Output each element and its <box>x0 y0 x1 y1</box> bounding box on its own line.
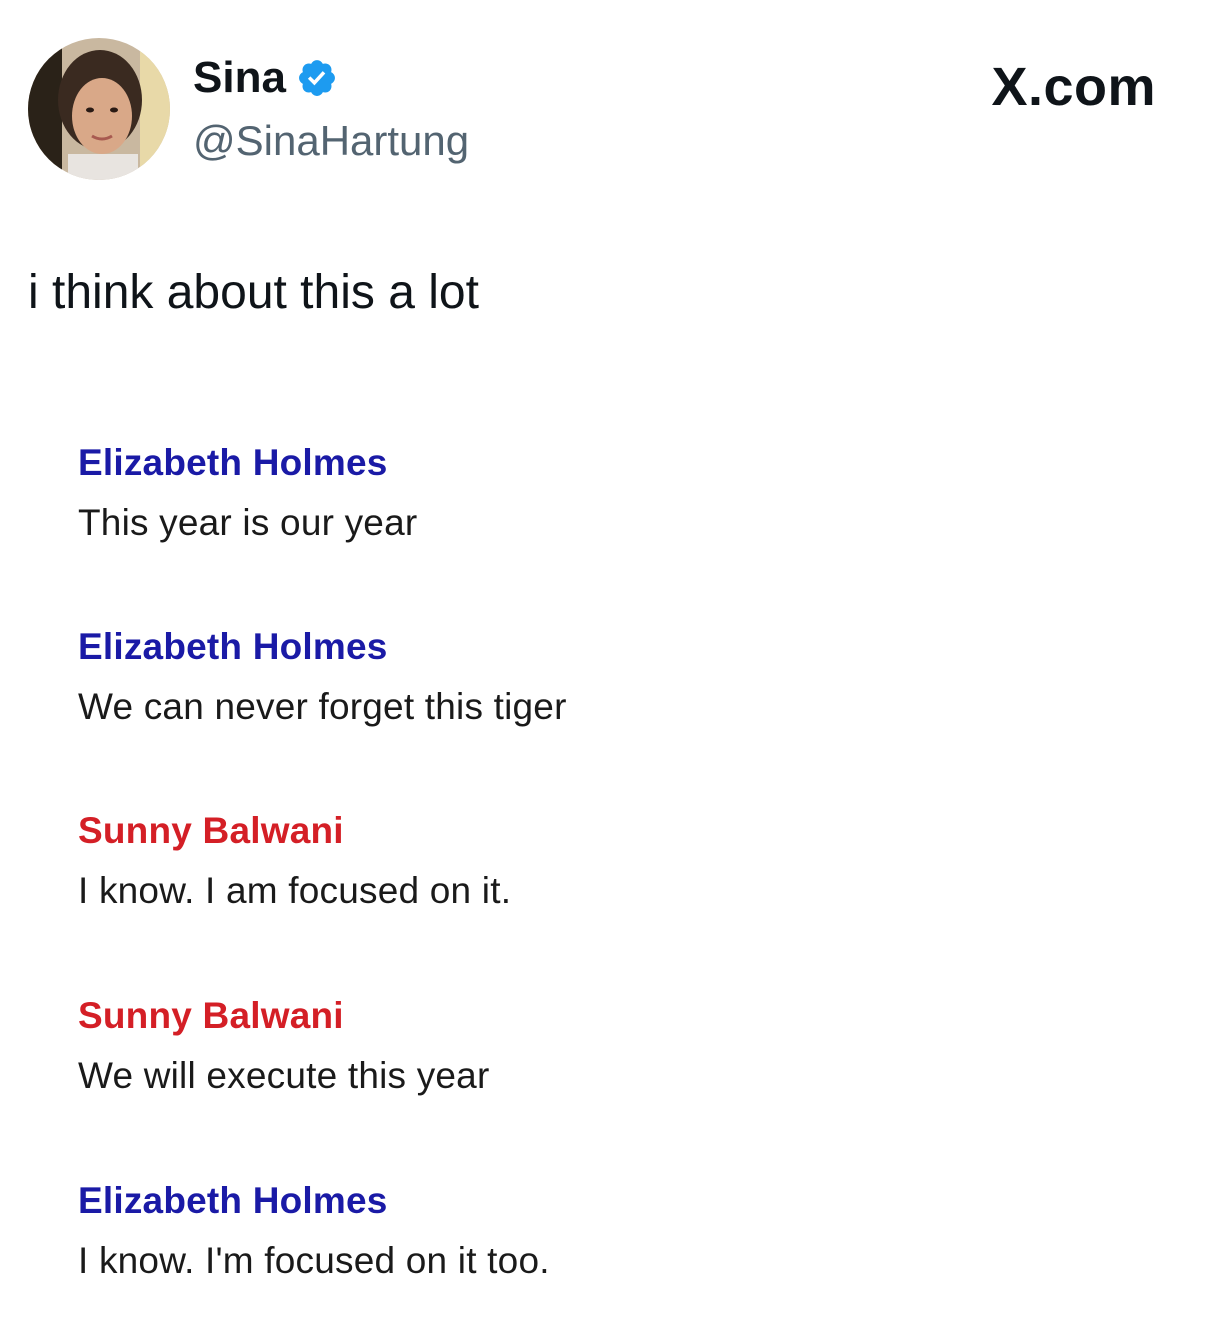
message-sender: Elizabeth Holmes <box>78 1180 388 1221</box>
message-item: Elizabeth Holmes I know. I'm focused on … <box>78 1180 550 1282</box>
avatar-photo <box>28 38 170 180</box>
author-name[interactable]: Sina <box>193 52 286 104</box>
avatar[interactable] <box>28 38 170 180</box>
message-sender: Elizabeth Holmes <box>78 442 388 483</box>
author-name-row[interactable]: Sina <box>193 52 338 104</box>
message-text: I know. I am focused on it. <box>78 870 512 911</box>
message-item: Sunny Balwani We will execute this year <box>78 995 489 1097</box>
message-sender: Elizabeth Holmes <box>78 626 388 667</box>
message-sender: Sunny Balwani <box>78 995 344 1036</box>
message-sender: Sunny Balwani <box>78 810 344 851</box>
message-item: Elizabeth Holmes We can never forget thi… <box>78 626 567 728</box>
message-item: Sunny Balwani I know. I am focused on it… <box>78 810 511 912</box>
message-text: We can never forget this tiger <box>78 686 567 727</box>
tweet-media-image[interactable]: Elizabeth Holmes This year is our year E… <box>28 386 788 1326</box>
x-logo: X.com <box>991 57 1156 117</box>
tweet-text: i think about this a lot <box>28 266 479 319</box>
message-text: We will execute this year <box>78 1055 490 1096</box>
verified-badge-icon <box>298 60 335 96</box>
message-text: I know. I'm focused on it too. <box>78 1240 550 1281</box>
message-text: This year is our year <box>78 502 418 543</box>
message-item: Elizabeth Holmes This year is our year <box>78 442 417 544</box>
author-handle[interactable]: @SinaHartung <box>193 116 469 166</box>
